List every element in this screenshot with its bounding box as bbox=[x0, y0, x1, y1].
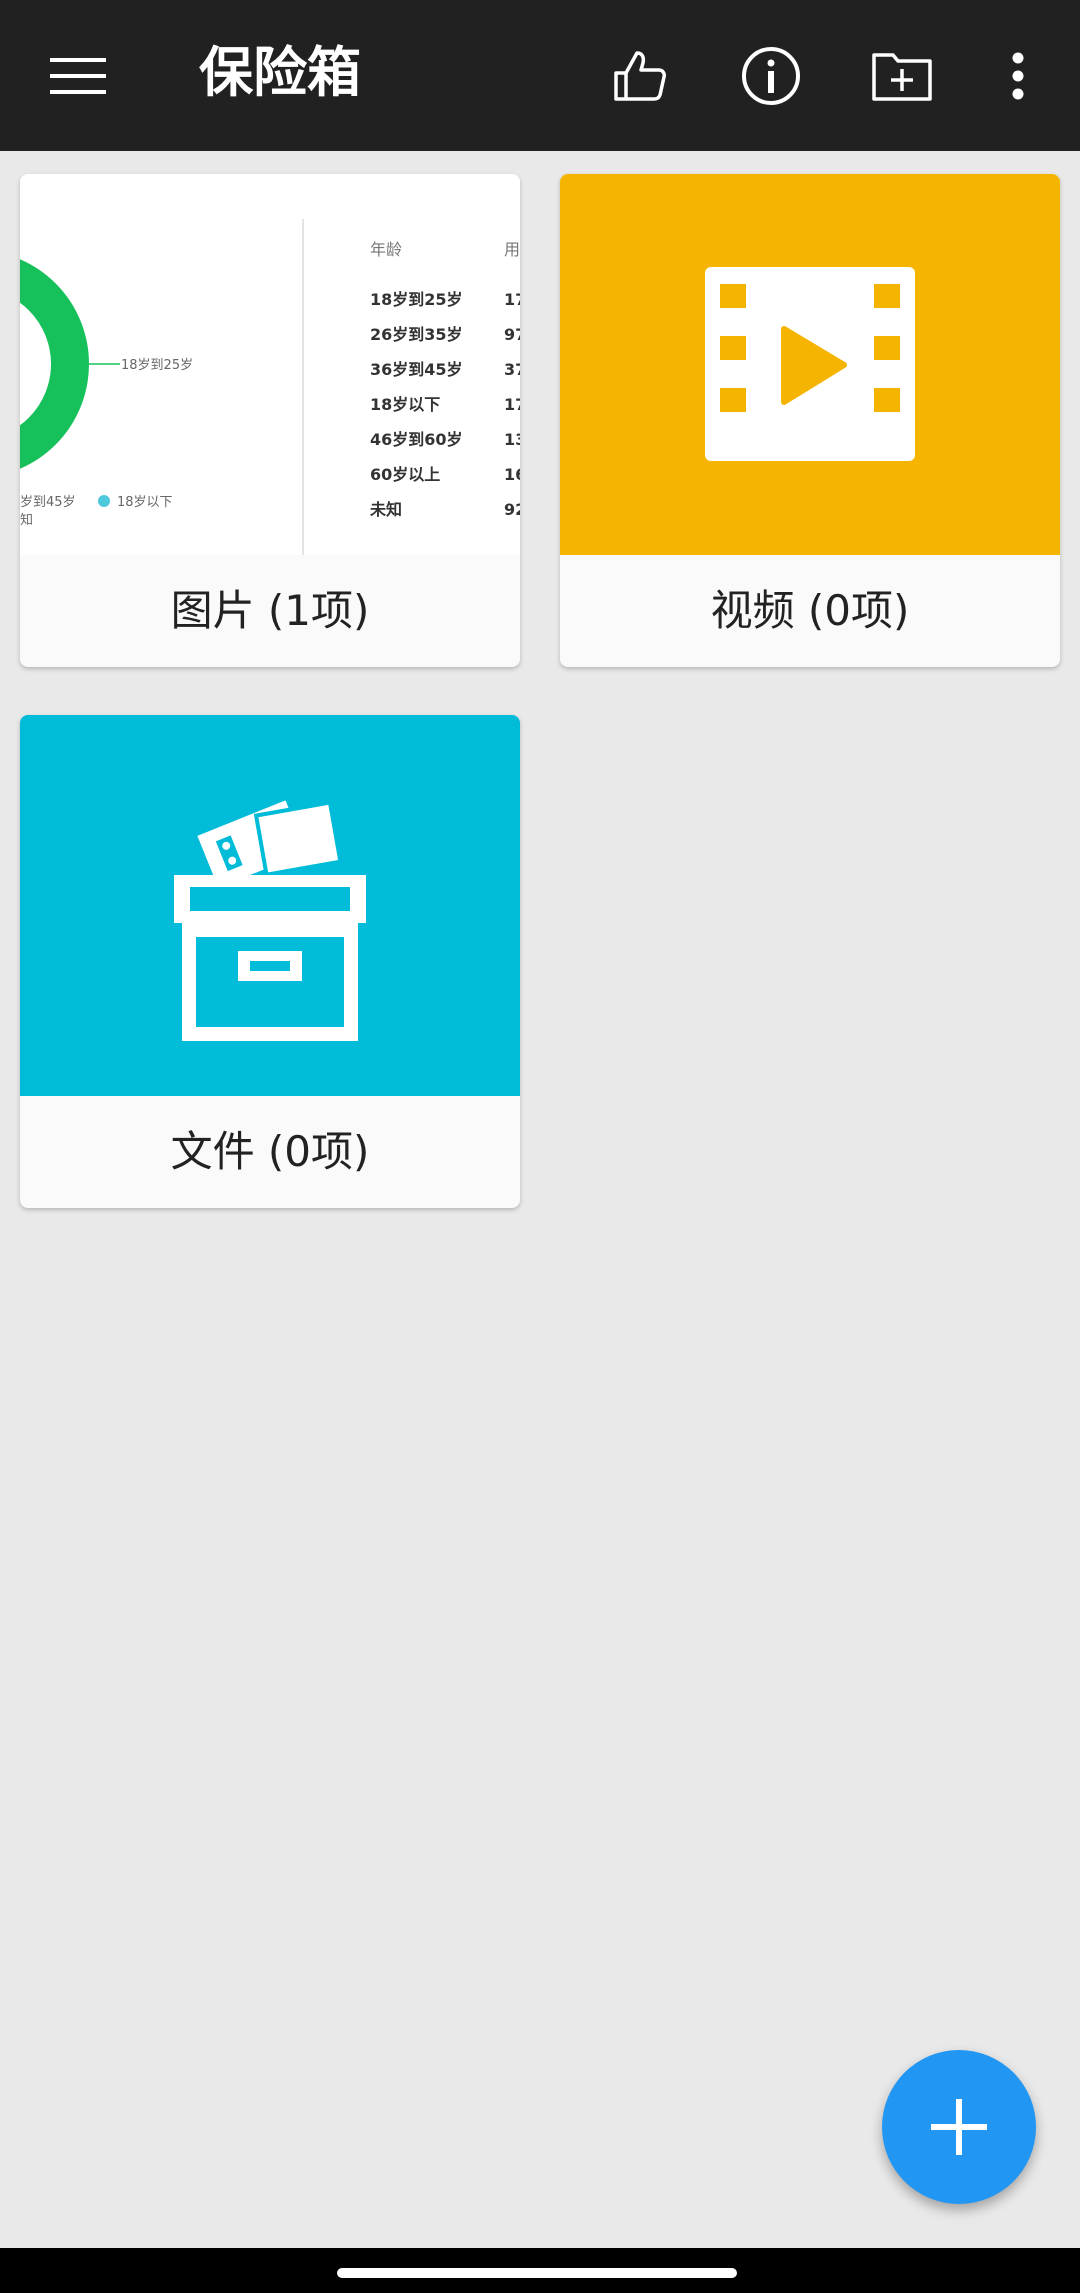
thumb-row-age: 未知 bbox=[369, 500, 402, 519]
thumb-row-age: 60岁以上 bbox=[370, 465, 440, 484]
thumb-row-val: 92 bbox=[504, 500, 520, 519]
legend-right: 18岁以下 bbox=[117, 495, 173, 510]
legend-left-2: 知 bbox=[20, 512, 33, 528]
thumb-row-val: 17 bbox=[504, 290, 520, 309]
page-title: 保险箱 bbox=[199, 41, 361, 104]
archive-box-icon bbox=[174, 800, 366, 1041]
menu-icon[interactable] bbox=[40, 38, 116, 114]
donut-callout: 18岁到25岁 bbox=[121, 358, 193, 373]
folder-card-files[interactable]: 文件 (0项) bbox=[20, 715, 520, 1208]
thumb-header-2: 用 bbox=[504, 240, 520, 259]
thumb-row-age: 18岁到25岁 bbox=[370, 290, 463, 309]
videos-thumbnail bbox=[560, 174, 1060, 555]
thumb-row-val: 17 bbox=[504, 395, 520, 414]
film-icon bbox=[705, 267, 915, 461]
photos-thumbnail: 18岁到25岁 岁到45岁 知 18岁以下 年龄 用 18岁到25岁 17 26… bbox=[20, 174, 520, 555]
thumb-row-age: 26岁到35岁 bbox=[370, 325, 463, 344]
folder-card-photos[interactable]: 18岁到25岁 岁到45岁 知 18岁以下 年龄 用 18岁到25岁 17 26… bbox=[20, 174, 520, 667]
thumb-row-val: 13 bbox=[504, 430, 520, 449]
legend-left: 岁到45岁 bbox=[20, 495, 76, 510]
plus-icon bbox=[931, 2099, 987, 2155]
thumb-row-age: 46岁到60岁 bbox=[370, 430, 463, 449]
thumbs-up-icon[interactable] bbox=[602, 38, 678, 114]
info-icon[interactable] bbox=[733, 38, 809, 114]
thumb-row-val: 37 bbox=[504, 360, 520, 379]
thumb-row-val: 97 bbox=[504, 325, 520, 344]
folder-label-photos: 图片 (1项) bbox=[170, 586, 370, 635]
folder-label-files: 文件 (0项) bbox=[170, 1127, 370, 1176]
add-button[interactable] bbox=[882, 2050, 1036, 2204]
thumb-row-age: 36岁到45岁 bbox=[370, 360, 463, 379]
more-vert-icon[interactable] bbox=[980, 38, 1056, 114]
thumb-header: 年龄 bbox=[370, 240, 402, 259]
thumb-row-age: 18岁以下 bbox=[370, 395, 440, 414]
folder-card-videos[interactable]: 视频 (0项) bbox=[560, 174, 1060, 667]
folder-label-videos: 视频 (0项) bbox=[710, 586, 910, 635]
home-indicator[interactable] bbox=[337, 2268, 737, 2278]
add-folder-icon[interactable] bbox=[864, 38, 940, 114]
thumb-row-val: 16 bbox=[504, 465, 520, 484]
app-bar: 保险箱 bbox=[0, 0, 1080, 151]
files-thumbnail bbox=[20, 715, 520, 1096]
